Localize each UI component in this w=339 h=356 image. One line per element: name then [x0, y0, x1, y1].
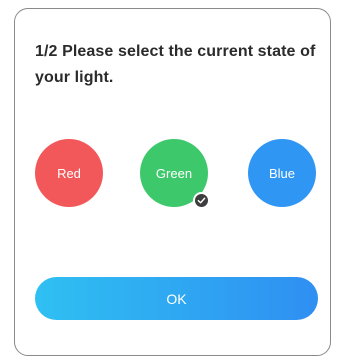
ok-button-label: OK [166, 290, 187, 307]
option-blue-button[interactable]: Blue [248, 139, 316, 207]
option-green-button[interactable]: Green [140, 139, 210, 209]
ok-button[interactable]: OK [35, 277, 318, 320]
option-red-button[interactable]: Red [35, 139, 103, 207]
option-green-label: Green [155, 165, 193, 181]
option-red-label: Red [57, 165, 81, 181]
check-icon [193, 192, 210, 209]
option-blue-label: Blue [268, 165, 296, 181]
dialog-title: 1/2 Please select the current state of y… [35, 43, 316, 86]
light-state-dialog: 1/2 Please select the current state of y… [14, 8, 331, 356]
